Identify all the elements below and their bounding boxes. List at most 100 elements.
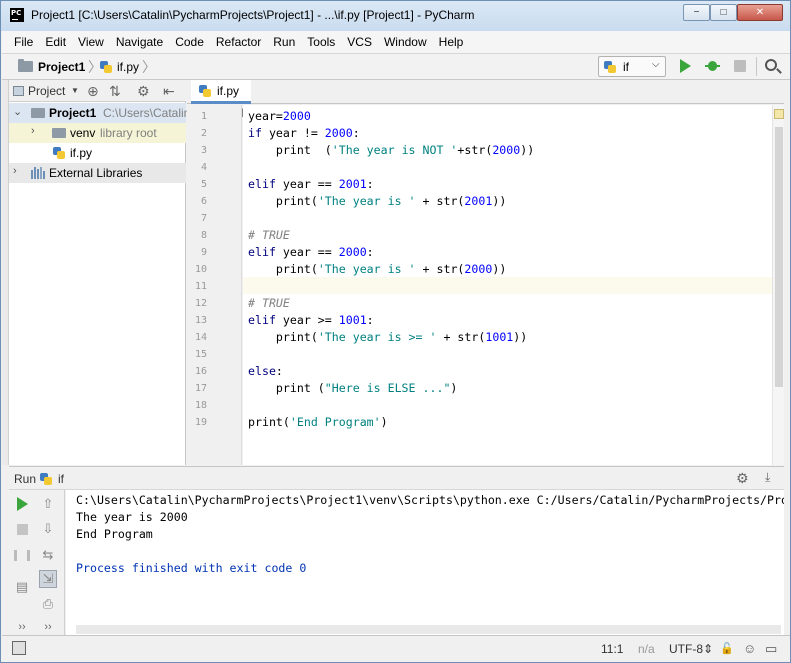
layout-icon[interactable]: ▤ [13, 578, 31, 596]
project-panel: Project ▼ ⊕ ⇅ ⚙ ⇤ ⌄ Project1 C:\Users\Ca… [9, 80, 332, 465]
menu-file[interactable]: File [8, 32, 39, 52]
more-icon[interactable]: ›› [13, 618, 31, 636]
run-button[interactable] [680, 59, 691, 73]
notifications-icon[interactable]: ▭ [765, 641, 777, 657]
tree-item-if-py[interactable]: if.py [9, 143, 186, 163]
code-line: # TRUE [248, 296, 290, 310]
locate-file-icon[interactable]: ⊕ [87, 83, 99, 99]
caret-position[interactable]: 11:1 [601, 642, 623, 656]
menu-code[interactable]: Code [169, 32, 210, 52]
run-configuration-select[interactable]: if ⌵ [598, 56, 666, 77]
menu-edit[interactable]: Edit [39, 32, 72, 52]
code-line: else: [248, 364, 283, 378]
chevron-down-icon: ⌵ [652, 59, 660, 70]
menu-run[interactable]: Run [267, 32, 301, 52]
code-editor[interactable]: year=2000 if year != 2000: print ('The ye… [243, 105, 772, 465]
debug-button[interactable] [705, 58, 720, 73]
tab-label: if.py [217, 84, 240, 98]
code-token: elif [248, 245, 276, 259]
chevron-down-icon[interactable]: ▼ [71, 86, 79, 95]
code-token: # TRUE [248, 296, 290, 310]
code-token: print( [248, 194, 318, 208]
folder-icon [31, 108, 45, 118]
tree-item-external-libraries[interactable]: › External Libraries [9, 163, 186, 183]
console-horizontal-scrollbar[interactable] [76, 625, 781, 634]
menu-help[interactable]: Help [433, 32, 470, 52]
run-tab-if[interactable]: if [58, 472, 64, 486]
print-icon[interactable]: ⎙ [39, 595, 57, 613]
editor-scrollbar[interactable] [772, 105, 784, 465]
hide-panel-icon[interactable]: ⇤ [163, 83, 175, 99]
breadcrumb-file[interactable]: if.py [117, 60, 139, 74]
menu-view[interactable]: View [72, 32, 110, 52]
scrollbar-thumb[interactable] [775, 127, 783, 387]
collapse-all-icon[interactable]: ⇅ [109, 83, 121, 99]
line-number: 9 [200, 247, 207, 258]
chevron-right-icon[interactable]: › [31, 125, 35, 137]
scroll-to-end-icon[interactable]: ⇲ [39, 570, 57, 588]
inspection-status-icon[interactable] [774, 109, 784, 119]
lock-icon[interactable]: 🔓 [720, 642, 734, 655]
breadcrumb-project[interactable]: Project1 [38, 60, 85, 74]
more-icon[interactable]: ›› [39, 618, 57, 636]
arrow-down-icon[interactable]: ⇩ [39, 520, 57, 538]
console-line: Process finished with exit code 0 [76, 561, 307, 575]
project-view-dropdown[interactable]: Project [28, 84, 65, 98]
code-token: 2001 [338, 177, 367, 191]
stop-button[interactable] [734, 60, 746, 72]
code-line: year=2000 [248, 109, 311, 123]
line-separator: n/a [638, 642, 655, 656]
menu-tools[interactable]: Tools [301, 32, 341, 52]
code-token: + str( [436, 330, 486, 344]
code-token: if [248, 126, 262, 140]
maximize-button[interactable]: □ [710, 4, 737, 21]
chevron-right-icon[interactable]: › [13, 165, 17, 177]
code-token: : [366, 245, 374, 259]
close-button[interactable]: ✕ [737, 4, 783, 21]
search-icon[interactable] [765, 59, 777, 71]
code-token: year= [248, 109, 283, 123]
hide-panel-icon[interactable]: ⤓ [765, 470, 770, 485]
run-console[interactable]: C:\Users\Catalin\PycharmProjects\Project… [66, 490, 784, 635]
code-token: )) [492, 262, 507, 276]
project-folder-icon [18, 59, 33, 72]
code-token: ) [380, 415, 388, 429]
tool-windows-icon[interactable] [12, 641, 26, 655]
pause-button[interactable] [13, 546, 31, 564]
title-bar[interactable]: PC Project1 [C:\Users\Catalin\PycharmPro… [1, 1, 790, 31]
tab-if-py[interactable]: if.py [191, 80, 251, 104]
chevron-down-icon[interactable]: ⌄ [13, 105, 22, 118]
hector-icon[interactable]: ☺ [743, 641, 756, 656]
menu-navigate[interactable]: Navigate [110, 32, 169, 52]
minimize-button[interactable]: − [683, 4, 710, 21]
code-token: print ( [248, 143, 332, 157]
code-token: # TRUE [248, 228, 290, 242]
gear-icon[interactable]: ⚙ [137, 83, 150, 99]
rerun-button[interactable] [13, 495, 31, 513]
code-token: elif [248, 313, 276, 327]
menu-window[interactable]: Window [378, 32, 433, 52]
code-line: if year != 2000: [248, 126, 360, 140]
menu-refactor[interactable]: Refactor [210, 32, 267, 52]
soft-wrap-icon[interactable]: ⇆ [39, 546, 57, 564]
file-encoding[interactable]: UTF-8⇕ [669, 642, 713, 656]
code-token: )) [492, 194, 507, 208]
tree-item-project1[interactable]: ⌄ Project1 C:\Users\Catalin\PycharmProje… [9, 103, 332, 123]
line-number: 6 [200, 196, 207, 207]
menu-vcs[interactable]: VCS [341, 32, 378, 52]
code-token: elif [248, 177, 276, 191]
code-token: )) [520, 143, 535, 157]
code-token: 2000 [338, 245, 367, 259]
code-token: 1001 [485, 330, 514, 344]
tree-item-venv[interactable]: › venv library root [9, 123, 186, 143]
toolbar-divider [756, 57, 757, 76]
tree-item-hint: library root [100, 126, 157, 140]
arrow-up-icon[interactable]: ⇧ [39, 495, 57, 513]
code-line: print('End Program') [248, 415, 388, 429]
code-line: print ("Here is ELSE ...") [248, 381, 458, 395]
gear-icon[interactable]: ⚙ [736, 470, 749, 487]
line-number: 19 [194, 417, 207, 428]
stop-button[interactable] [13, 520, 31, 538]
editor-tab-bar: if.py [187, 80, 784, 104]
console-line: C:\Users\Catalin\PycharmProjects\Project… [76, 493, 784, 507]
